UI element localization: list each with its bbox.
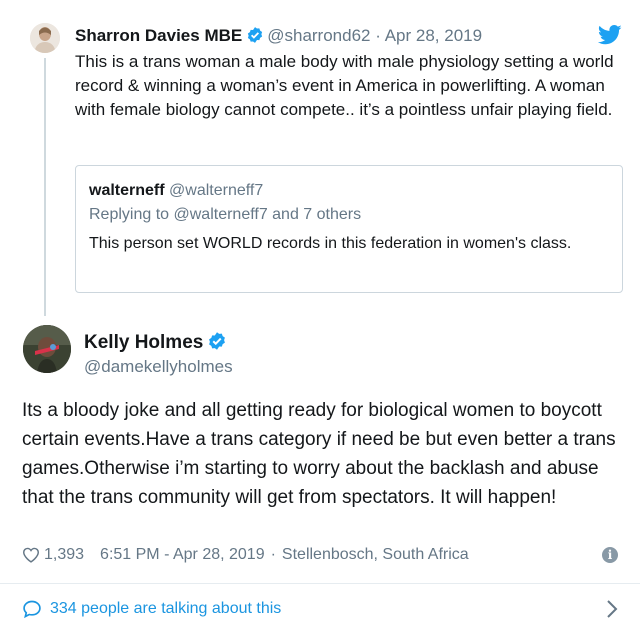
chevron-right-icon[interactable] xyxy=(606,599,618,619)
main-author-handle[interactable]: @damekellyholmes xyxy=(84,357,233,377)
parent-tweet-text: This is a trans woman a male body with m… xyxy=(75,52,614,119)
quoted-tweet-text: This person set WORLD records in this fe… xyxy=(89,235,572,252)
parent-author-name[interactable]: Sharron Davies MBE xyxy=(75,26,242,45)
heart-icon[interactable] xyxy=(22,545,44,565)
header-separator: · xyxy=(375,26,381,45)
thread-line xyxy=(44,58,46,316)
quoted-author-handle: @walterneff7 xyxy=(169,182,264,199)
tweet-timestamp[interactable]: 6:51 PM - Apr 28, 2019 xyxy=(100,545,265,565)
meta-separator: · xyxy=(270,546,276,563)
quoted-author-name: walterneff xyxy=(89,182,165,199)
main-author-name[interactable]: Kelly Holmes xyxy=(84,332,203,353)
parent-author-handle[interactable]: @sharrond62 xyxy=(267,26,370,45)
main-author-row: Kelly Holmes xyxy=(84,331,230,357)
info-icon[interactable]: i xyxy=(602,547,618,563)
conversation-link[interactable]: 334 people are talking about this xyxy=(22,599,281,619)
quoted-tweet-header: walterneff @walterneff7 xyxy=(89,181,263,201)
quoted-replying-to: Replying to @walterneff7 and 7 others xyxy=(89,206,362,223)
verified-badge-icon xyxy=(207,331,227,357)
main-tweet-text: Its a bloody joke and all getting ready … xyxy=(22,400,616,508)
speech-bubble-icon xyxy=(22,599,42,619)
tweet-location[interactable]: Stellenbosch, South Africa xyxy=(282,545,469,565)
talking-label: 334 people are talking about this xyxy=(50,600,282,617)
tweet-meta-row: 1,393 6:51 PM - Apr 28, 2019 · Stellenbo… xyxy=(22,545,469,565)
parent-tweet-date[interactable]: Apr 28, 2019 xyxy=(385,26,482,45)
main-avatar[interactable] xyxy=(23,325,71,373)
like-count[interactable]: 1,393 xyxy=(44,545,84,565)
verified-badge-icon xyxy=(246,26,264,49)
quoted-tweet-card[interactable]: walterneff @walterneff7 Replying to @wal… xyxy=(75,165,623,293)
parent-tweet-header: Sharron Davies MBE @sharrond62 · Apr 28, … xyxy=(75,26,482,49)
twitter-bird-icon[interactable] xyxy=(597,25,622,45)
footer-divider xyxy=(0,583,640,584)
parent-avatar[interactable] xyxy=(30,23,60,53)
